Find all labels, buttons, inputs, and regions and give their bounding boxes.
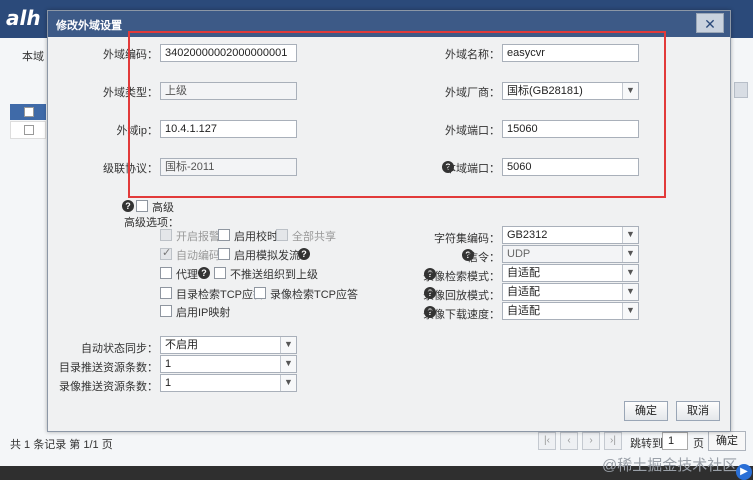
app-logo: alh — [6, 6, 41, 30]
simulate-ip-checkbox[interactable] — [218, 248, 230, 260]
senior-label: 高级 — [152, 202, 174, 214]
ext-code-label: 外域编码： — [103, 49, 158, 61]
rec-play-label: 录像回放模式： — [423, 290, 500, 302]
rec-push-select[interactable]: 1 ▼ — [160, 374, 297, 392]
dialog-title-bar[interactable]: 修改外域设置 ✕ — [48, 11, 730, 37]
question-circle-icon[interactable]: ? — [198, 267, 210, 279]
select-all-checkbox[interactable] — [24, 107, 34, 117]
ext-name-label: 外域名称： — [445, 49, 500, 61]
close-button[interactable]: ✕ — [696, 13, 724, 33]
first-page-button[interactable]: |‹ — [538, 432, 556, 450]
advanced-options-label: 高级选项： — [124, 217, 179, 229]
dir-push-label: 目录推送资源条数： — [59, 362, 158, 374]
local-port-label: 本域端口： — [445, 163, 500, 175]
proxy-checkbox[interactable] — [160, 267, 172, 279]
auto-sync-value: 不启用 — [165, 339, 198, 351]
rec-search-label: 录像检索模式： — [423, 271, 500, 283]
rec-tcp-checkbox[interactable] — [254, 287, 266, 299]
tab-local-domain[interactable]: 本域 — [22, 48, 44, 64]
ip-map-checkbox[interactable] — [160, 305, 172, 317]
rec-search-value: 自适配 — [507, 267, 540, 279]
question-circle-icon[interactable]: ? — [298, 248, 310, 260]
charset-select[interactable]: GB2312 ▼ — [502, 226, 639, 244]
enable-timing-label: 启用校时 — [234, 231, 278, 243]
dir-tcp-checkbox[interactable] — [160, 287, 172, 299]
ext-name-input[interactable]: easycvr — [502, 44, 639, 62]
ext-vendor-label: 外域厂商： — [445, 87, 500, 99]
row-checkbox[interactable] — [24, 125, 34, 135]
all-share-checkbox[interactable] — [276, 229, 288, 241]
auto-sync-label: 自动状态同步： — [81, 343, 158, 355]
dir-push-value: 1 — [165, 358, 172, 370]
ext-vendor-select[interactable]: 国标(GB28181) ▼ — [502, 82, 639, 100]
ext-ip-label: 外域ip： — [116, 125, 158, 137]
rec-download-label: 录像下载速度： — [423, 309, 500, 321]
next-page-button[interactable]: › — [582, 432, 600, 450]
play-icon[interactable]: ▶ — [736, 464, 752, 480]
rec-download-value: 自适配 — [507, 305, 540, 317]
dialog-title: 修改外域设置 — [56, 20, 122, 32]
question-circle-icon[interactable]: ? — [122, 200, 134, 212]
ok-button[interactable]: 确定 — [624, 401, 668, 421]
rec-push-value: 1 — [165, 377, 172, 389]
chevron-down-icon[interactable]: ▼ — [622, 303, 638, 319]
page-unit-label: 页 — [693, 438, 704, 450]
ext-ip-input[interactable]: 10.4.1.127 — [160, 120, 297, 138]
watermark: @稀土掘金技术社区 — [602, 457, 738, 474]
records-summary: 共 1 条记录 第 1/1 页 — [10, 439, 113, 451]
senior-checkbox[interactable] — [136, 200, 148, 212]
rec-push-label: 录像推送资源条数： — [59, 381, 158, 393]
cascade-protocol-input: 国标-2011 — [160, 158, 297, 176]
open-alarm-label: 开启报警 — [176, 231, 220, 243]
signal-select[interactable]: UDP ▼ — [502, 245, 639, 263]
signal-label: 信令： — [467, 252, 500, 264]
page-number-input[interactable]: 1 — [662, 432, 688, 450]
prev-page-button[interactable]: ‹ — [560, 432, 578, 450]
close-icon: ✕ — [704, 16, 716, 32]
dir-push-select[interactable]: 1 ▼ — [160, 355, 297, 373]
local-port-input[interactable]: 5060 — [502, 158, 639, 176]
charset-label: 字符集编码： — [434, 233, 500, 245]
ip-map-label: 启用IP映射 — [176, 307, 231, 319]
chevron-down-icon[interactable]: ▼ — [280, 375, 296, 391]
cancel-button[interactable]: 取消 — [676, 401, 720, 421]
chevron-down-icon[interactable]: ▼ — [622, 83, 638, 99]
enable-timing-checkbox[interactable] — [218, 229, 230, 241]
cascade-protocol-label: 级联协议： — [103, 163, 158, 175]
open-alarm-checkbox[interactable] — [160, 229, 172, 241]
side-scroll-handle[interactable] — [734, 82, 748, 98]
chevron-down-icon[interactable]: ▼ — [280, 356, 296, 372]
chevron-down-icon[interactable]: ▼ — [622, 227, 638, 243]
no-push-org-label: 不推送组织到上级 — [230, 269, 318, 281]
rec-search-select[interactable]: 自适配 ▼ — [502, 264, 639, 282]
no-push-org-checkbox[interactable] — [214, 267, 226, 279]
proxy-label: 代理 — [176, 269, 198, 281]
rec-play-value: 自适配 — [507, 286, 540, 298]
ext-vendor-value: 国标(GB28181) — [507, 85, 583, 97]
rec-tcp-label: 录像检索TCP应答 — [270, 289, 358, 301]
signal-value: UDP — [507, 248, 531, 260]
goto-label: 跳转到 — [630, 438, 663, 450]
dir-tcp-label: 目录检索TCP应答 — [176, 289, 264, 301]
chevron-down-icon[interactable]: ▼ — [622, 246, 638, 262]
auto-code-checkbox[interactable] — [160, 246, 172, 260]
goto-confirm-button[interactable]: 确定 — [708, 431, 746, 451]
ext-type-label: 外域类型： — [103, 87, 158, 99]
rec-play-select[interactable]: 自适配 ▼ — [502, 283, 639, 301]
chevron-down-icon[interactable]: ▼ — [280, 337, 296, 353]
chevron-down-icon[interactable]: ▼ — [622, 265, 638, 281]
auto-sync-select[interactable]: 不启用 ▼ — [160, 336, 297, 354]
chevron-down-icon[interactable]: ▼ — [622, 284, 638, 300]
ext-port-label: 外域端口： — [445, 125, 500, 137]
auto-code-label: 自动编码 — [176, 250, 220, 262]
ext-port-input[interactable]: 15060 — [502, 120, 639, 138]
last-page-button[interactable]: ›| — [604, 432, 622, 450]
ext-type-input: 上级 — [160, 82, 297, 100]
ext-code-input[interactable]: 34020000002000000001 — [160, 44, 297, 62]
rec-download-select[interactable]: 自适配 ▼ — [502, 302, 639, 320]
all-share-label: 全部共享 — [292, 231, 336, 243]
charset-value: GB2312 — [507, 229, 548, 241]
